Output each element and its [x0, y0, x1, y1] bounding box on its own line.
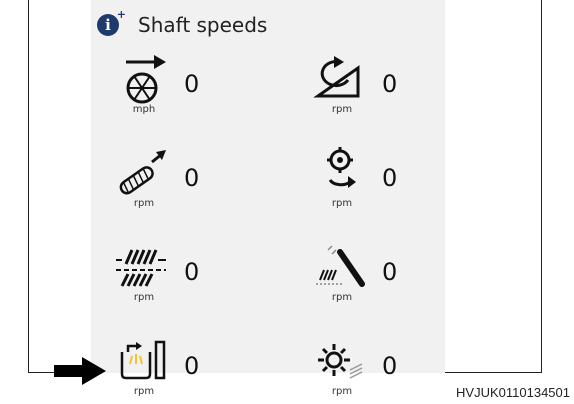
sieve-icon: [316, 245, 365, 287]
speed-value: 0: [184, 352, 200, 380]
speed-sieve: 0 rpm: [310, 240, 450, 310]
speed-unit: rpm: [133, 386, 155, 397]
speed-unit: mph: [132, 104, 156, 115]
grain-tank-icon: [120, 340, 166, 380]
speed-unit: rpm: [331, 292, 353, 303]
speed-value: 0: [382, 258, 398, 286]
speed-value: 0: [184, 164, 200, 192]
cleaning-fan-icon: [318, 344, 363, 379]
speed-ground: 0 mph: [112, 52, 252, 122]
feeder-chain-icon: [119, 150, 166, 195]
speed-unit: rpm: [133, 198, 155, 209]
speed-unit: rpm: [331, 104, 353, 115]
speed-value: 0: [184, 258, 200, 286]
page-title: Shaft speeds: [138, 13, 268, 37]
speed-rotor: 0 rpm: [310, 52, 450, 122]
speed-feeder: 0 rpm: [112, 146, 252, 216]
figure-code: HVJUK0110134501: [456, 385, 570, 400]
speed-unit: rpm: [133, 292, 155, 303]
speed-value: 0: [382, 352, 398, 380]
speed-chopper: 0 rpm: [112, 240, 252, 310]
ground-speed-wheel-icon: [126, 55, 166, 104]
speed-value: 0: [184, 70, 200, 98]
rotor-rotation-icon: [313, 56, 360, 98]
speed-value: 0: [382, 164, 398, 192]
speed-value: 0: [382, 70, 398, 98]
info-icon[interactable]: i +: [97, 8, 126, 36]
speed-unit: rpm: [331, 386, 353, 397]
beater-gear-icon: [327, 147, 356, 188]
pointer-arrow-icon: [54, 357, 106, 385]
panel-header: i + Shaft speeds: [97, 8, 267, 42]
speed-unit: rpm: [331, 198, 353, 209]
speed-tank-unload: 0 rpm: [112, 334, 252, 404]
speed-fan: 0 rpm: [310, 334, 450, 404]
speed-beater: 0 rpm: [310, 146, 450, 216]
straw-chopper-icon: [116, 249, 166, 287]
